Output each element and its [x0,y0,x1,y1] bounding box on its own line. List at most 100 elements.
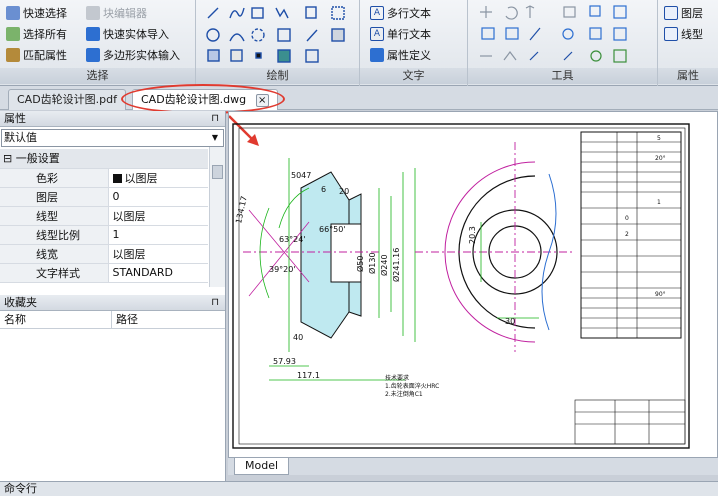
quick-import-label: 快速实体导入 [103,28,169,41]
properties-combo[interactable]: 默认值 ▼ [1,129,224,147]
prop-row-textstyle[interactable]: 文字样式 STANDARD [0,263,208,282]
stext-label: 单行文本 [387,28,431,41]
prop-value[interactable]: 以图层 [108,244,208,263]
dim-text: 63°24' [279,235,306,244]
select-all-label: 选择所有 [23,28,67,41]
prop-name: 线宽 [0,244,109,263]
col-name-header[interactable]: 名称 [0,311,112,328]
wipeout-icon [230,49,243,62]
dim-text: Ø50 [355,256,365,272]
tab-pdf[interactable]: CAD齿轮设计图.pdf [8,89,127,110]
circle-icon [206,28,220,42]
dim-text: Ø241.16 [391,248,401,282]
collapse-icon[interactable]: ⊟ [3,152,12,165]
ribbon-group-text: A 多行文本 A 单行文本 属性定义 文字 [360,0,468,86]
col-path-header[interactable]: 路径 [112,311,138,328]
pen-icon [306,29,318,42]
color-swatch-icon [112,173,122,183]
block-editor-icon [86,6,100,20]
dim-text: 117.1 [297,371,320,380]
prop-row-lineweight[interactable]: 线宽 以图层 [0,244,208,263]
section-general-label: 一般设置 [15,152,60,166]
stext-button[interactable]: A 单行文本 [370,25,431,43]
ribbon-group-select: 快速选择 块编辑器 选择所有 快速实体导入 匹配属性 多边形实体输入 选择 [0,0,196,86]
array-icon [613,27,627,41]
trim-icon [481,27,495,40]
prop-name: 文字样式 [0,263,109,282]
drawing-canvas[interactable]: 5047 134.17 63°24' 66°50' 20 6 39°20' Ø5… [228,111,718,471]
tab-dwg[interactable]: CAD齿轮设计图.dwg × [132,89,278,110]
dim-text: 57.93 [273,357,296,366]
section-general[interactable]: ⊟ 一般设置 [0,149,208,168]
cad-drawing[interactable]: 5047 134.17 63°24' 66°50' 20 6 39°20' Ø5… [229,112,717,458]
prop-value[interactable]: 以图层 [108,206,208,225]
scroll-thumb[interactable] [212,165,223,179]
parameter-table: 5 20° 1 0 2 90° [580,131,682,339]
join-icon [590,50,602,62]
prop-value[interactable]: STANDARD [108,263,208,282]
mtext-button[interactable]: A 多行文本 [370,4,431,22]
match-props-label: 匹配属性 [23,49,67,62]
mtext-icon: A [370,6,384,20]
linetype-icon [664,27,678,41]
prop-value[interactable]: 以图层 [108,168,208,187]
block-editor-button[interactable]: 块编辑器 [86,4,147,22]
properties-table: ⊟ 一般设置 色彩 以图层 图层 0 线型 以图层 线型比例 1 线宽 以图层 … [0,149,208,283]
ribbon-group-tools: 工具 [468,0,658,86]
mirror-icon [525,5,535,18]
pin-icon[interactable]: ⊓ [211,295,219,311]
prop-row-ltscale[interactable]: 线型比例 1 [0,225,208,244]
select-all-button[interactable]: 选择所有 [6,25,67,43]
stext-icon: A [370,27,384,41]
brush-icon [6,48,20,62]
rotate-icon [505,6,518,20]
tab-pdf-label: CAD齿轮设计图.pdf [17,93,118,106]
prop-row-linetype[interactable]: 线型 以图层 [0,206,208,225]
polyline-icon [229,7,245,19]
stretch-icon [529,51,539,61]
pin-icon[interactable]: ⊓ [211,111,219,127]
properties-header: 属性 ⊓ [0,111,225,127]
prop-value[interactable]: 0 [108,187,208,206]
properties-scrollbar[interactable] [209,147,225,287]
quick-select-button[interactable]: 快速选择 [6,4,67,22]
dim-text: 20.3 [468,226,477,244]
tab-model[interactable]: Model [234,458,290,475]
attdef-button[interactable]: 属性定义 [370,46,431,64]
properties-combo-value: 默认值 [4,131,37,144]
align-icon [613,49,627,63]
paste-icon [613,5,627,19]
draw-tools-icons [206,6,345,63]
match-props-button[interactable]: 匹配属性 [6,46,67,64]
layer-button[interactable]: 图层 [664,4,703,22]
prop-row-color[interactable]: 色彩 以图层 [0,168,208,187]
lengthen-icon [563,51,573,61]
table-cell: 1 [657,199,661,206]
ribbon-group-props: 图层 线型 属性 [658,0,718,86]
tab-dwg-label: CAD齿轮设计图.dwg [141,93,247,106]
import-icon [86,27,100,41]
prop-row-layer[interactable]: 图层 0 [0,187,208,206]
copy-icon [589,5,601,17]
funnel-icon [6,6,20,20]
ribbon-group-draw: 绘制 [196,0,360,86]
block-editor-label: 块编辑器 [103,7,147,20]
command-line[interactable]: 命令行 [0,481,718,496]
prop-value[interactable]: 1 [108,225,208,244]
table-cell: 2 [625,231,629,238]
tools-group-title: 工具 [468,68,657,84]
favorites-title: 收藏夹 [4,296,37,309]
draw-group-title: 绘制 [196,68,359,84]
attdef-icon [370,48,384,62]
close-icon[interactable]: × [255,93,269,107]
title-block [574,399,686,445]
select-group-title: 选择 [0,68,195,84]
polygon-import-button[interactable]: 多边形实体输入 [86,46,180,64]
linetype-button[interactable]: 线型 [664,25,703,43]
linetype-label: 线型 [681,28,703,41]
select-all-icon [6,27,20,41]
quick-import-button[interactable]: 快速实体导入 [86,25,169,43]
dim-text: 40 [293,333,303,342]
prop-name: 图层 [0,187,109,206]
favorites-panel: 收藏夹 ⊓ 名称 路径 [0,295,225,329]
